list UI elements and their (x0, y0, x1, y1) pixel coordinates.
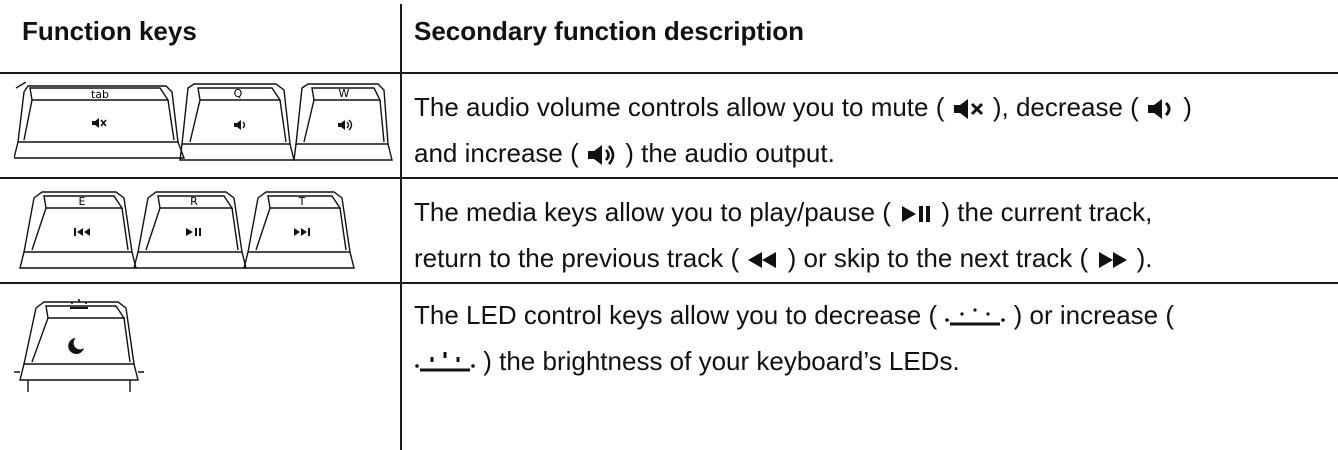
media-line-2: return to the previous track ( ) or skip… (414, 235, 1329, 281)
play-pause-icon (902, 206, 931, 223)
moon-key-icon (68, 338, 84, 354)
brightness-decrease-icon (945, 308, 1006, 326)
q-key-label: Q (234, 87, 243, 100)
led-key-illustration (14, 299, 144, 392)
audio-keys-illustration: tab Q W (14, 82, 393, 161)
header-secondary-function-description: Secondary function description (414, 16, 805, 46)
header-function-keys: Function keys (22, 16, 197, 46)
led-text-c: ) the brightness of your keyboard’s LEDs… (483, 346, 960, 376)
mute-icon (953, 99, 983, 120)
mute-key-icon (92, 118, 107, 128)
play-pause-key-icon (186, 228, 201, 236)
volume-up-key-icon (338, 119, 353, 131)
next-track-key-icon (294, 228, 310, 236)
row-divider-1 (0, 177, 1338, 179)
audio-line-1: The audio volume controls allow you to m… (414, 84, 1329, 130)
brightness-increase-icon (415, 352, 475, 372)
led-text-a: The LED control keys allow you to decrea… (414, 300, 938, 330)
header-divider (0, 72, 1338, 74)
audio-text-c: ) (1183, 92, 1192, 122)
volume-down-icon (1148, 99, 1171, 120)
e-key-label: E (79, 195, 86, 208)
media-text-b: ) the current track, (941, 197, 1153, 227)
volume-up-icon (588, 145, 615, 166)
previous-track-icon (748, 252, 777, 269)
previous-track-key-icon (74, 228, 90, 236)
row-divider-2 (0, 282, 1338, 284)
media-text-e: ). (1136, 243, 1153, 273)
w-key-label: W (339, 87, 350, 100)
tab-key-label: tab (91, 88, 109, 101)
audio-text-e: ) the audio output. (625, 138, 835, 168)
r-key-label: R (190, 195, 198, 208)
led-description: The LED control keys allow you to decrea… (414, 292, 1329, 384)
audio-description: The audio volume controls allow you to m… (414, 84, 1329, 176)
audio-text-d: and increase ( (414, 138, 579, 168)
audio-text-b: ), decrease ( (992, 92, 1139, 122)
media-description: The media keys allow you to play/pause (… (414, 189, 1329, 281)
media-text-c: return to the previous track ( (414, 243, 740, 273)
media-text-a: The media keys allow you to play/pause ( (414, 197, 891, 227)
led-line-2: ) the brightness of your keyboard’s LEDs… (414, 338, 1329, 384)
audio-line-2: and increase ( ) the audio output. (414, 130, 1329, 176)
led-key (14, 301, 144, 392)
column-divider (400, 4, 402, 450)
media-text-d: ) or skip to the next track ( (787, 243, 1089, 273)
next-track-icon (1099, 252, 1128, 269)
t-key-label: T (298, 195, 306, 208)
audio-text-a: The audio volume controls allow you to m… (414, 92, 945, 122)
led-line-1: The LED control keys allow you to decrea… (414, 292, 1329, 338)
media-keys-illustration: E R T (19, 191, 355, 269)
led-text-b: ) or increase ( (1013, 300, 1174, 330)
volume-down-key-icon (234, 120, 246, 130)
media-line-1: The media keys allow you to play/pause (… (414, 189, 1329, 235)
